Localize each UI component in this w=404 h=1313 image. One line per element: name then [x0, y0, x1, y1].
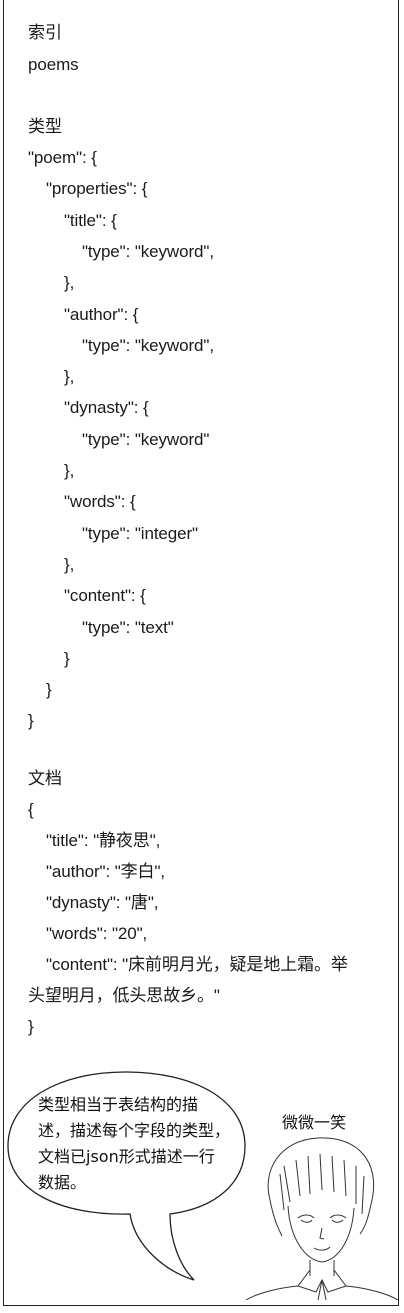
document-code-line: 头望明月，低头思故乡。"	[28, 986, 220, 1005]
document-code-line: "title": "静夜思",	[46, 831, 161, 850]
mapping-code-line: "type": "keyword",	[82, 335, 214, 355]
mapping-code-line: "author": {	[64, 304, 139, 324]
mapping-code-line: "words": {	[64, 492, 136, 512]
mapping-code-line: }	[28, 711, 34, 731]
mapping-heading: 类型	[28, 117, 62, 137]
character-sketch-image	[245, 1137, 399, 1300]
mapping-code-line: "type": "keyword",	[82, 241, 214, 261]
bubble-text-line: 类型相当于表结构的描	[38, 1095, 199, 1114]
mapping-code-line: "properties": {	[46, 179, 148, 199]
bubble-text-line: 数据。	[38, 1173, 87, 1192]
bubble-text-line: 文档已json形式描述一行	[38, 1147, 215, 1166]
mapping-code-line: },	[64, 554, 75, 574]
mapping-code-line: "type": "keyword"	[82, 429, 210, 449]
mapping-code-line: },	[64, 461, 75, 480]
index-heading: 索引	[28, 23, 62, 43]
document-code-line: {	[28, 800, 34, 819]
mapping-code-line: }	[46, 680, 52, 700]
mapping-code-line: "type": "integer"	[82, 523, 198, 543]
mapping-code-line: }	[64, 648, 70, 668]
document-code-line: "author": "李白",	[46, 862, 166, 881]
mapping-code-line: "content": {	[64, 586, 146, 606]
mapping-code-line: "title": {	[64, 210, 117, 230]
document-code-line: }	[28, 1017, 34, 1036]
document-code-line: "content": "床前明月光，疑是地上霜。举	[46, 955, 348, 974]
document-code-line: "dynasty": "唐",	[46, 893, 159, 912]
mapping-code-line: "poem": {	[28, 148, 97, 167]
mapping-code-line: },	[64, 367, 75, 387]
bubble-text-line: 述，描述每个字段的类型，	[38, 1121, 231, 1140]
mapping-code-line: "dynasty": {	[64, 398, 149, 418]
document-heading: 文档	[28, 769, 62, 789]
document-code-line: "words": "20",	[46, 924, 148, 943]
index-name: poems	[28, 55, 79, 74]
mapping-code-line: "type": "text"	[82, 617, 174, 637]
mapping-code-line: },	[64, 273, 75, 293]
